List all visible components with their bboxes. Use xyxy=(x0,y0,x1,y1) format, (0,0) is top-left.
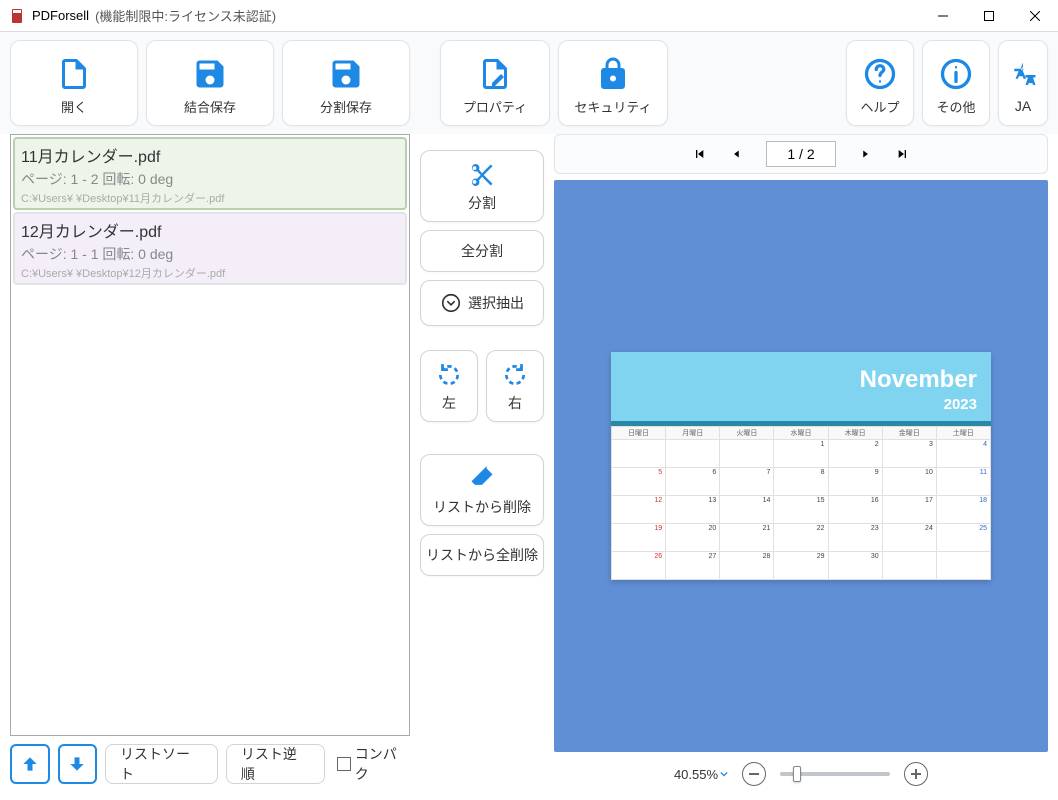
merge-save-button[interactable]: 結合保存 xyxy=(146,40,274,126)
document-edit-icon xyxy=(477,53,513,95)
titlebar: PDForsell (機能制限中:ライセンス未認証) xyxy=(0,0,1058,32)
calendar-header: November 2023 xyxy=(611,352,991,421)
app-status: (機能制限中:ライセンス未認証) xyxy=(95,6,276,25)
preview-panel: November 2023 日曜日月曜日火曜日水曜日木曜日金曜日土曜日 1234… xyxy=(554,180,1048,752)
arrow-down-icon xyxy=(67,754,87,774)
calendar-year: 2023 xyxy=(625,396,977,413)
file-info: ページ: 1 - 2 回転: 0 deg xyxy=(21,169,399,189)
delete-all-from-list-button[interactable]: リストから全削除 xyxy=(420,534,544,576)
file-icon xyxy=(56,53,92,95)
zoom-slider-thumb[interactable] xyxy=(793,766,801,782)
save-split-icon xyxy=(328,53,364,95)
merge-save-label: 結合保存 xyxy=(184,97,236,116)
zoom-out-button[interactable] xyxy=(742,762,766,786)
property-button[interactable]: プロパティ xyxy=(440,40,550,126)
zoom-level-label: 40.55% xyxy=(674,767,718,782)
select-extract-label: 選択抽出 xyxy=(468,293,524,313)
split-label: 分割 xyxy=(468,193,496,213)
help-icon xyxy=(862,53,898,95)
file-list-item[interactable]: 11月カレンダー.pdf ページ: 1 - 2 回転: 0 deg C:¥Use… xyxy=(13,137,407,210)
rotate-left-icon xyxy=(436,359,462,391)
split-all-button[interactable]: 全分割 xyxy=(420,230,544,272)
main-area: 11月カレンダー.pdf ページ: 1 - 2 回転: 0 deg C:¥Use… xyxy=(0,134,1058,800)
scissors-icon xyxy=(467,159,497,191)
split-all-label: 全分割 xyxy=(461,241,503,261)
minimize-button[interactable] xyxy=(920,0,966,32)
checkbox-icon xyxy=(337,757,351,771)
prev-page-button[interactable] xyxy=(730,147,744,161)
rotate-right-icon xyxy=(502,359,528,391)
split-button[interactable]: 分割 xyxy=(420,150,544,222)
open-button[interactable]: 開く xyxy=(10,40,138,126)
first-page-button[interactable] xyxy=(692,146,708,162)
other-button[interactable]: その他 xyxy=(922,40,990,126)
security-label: セキュリティ xyxy=(574,97,651,116)
app-icon xyxy=(10,8,26,24)
zoom-bar: 40.55% xyxy=(554,758,1048,790)
eraser-icon xyxy=(468,463,496,495)
language-label: JA xyxy=(1015,98,1031,114)
left-column: 11月カレンダー.pdf ページ: 1 - 2 回転: 0 deg C:¥Use… xyxy=(10,134,410,790)
file-path: C:¥Users¥ ¥Desktop¥12月カレンダー.pdf xyxy=(21,265,399,281)
dropdown-icon xyxy=(720,770,728,778)
list-buttons: リストソート リスト逆順 コンパク xyxy=(10,742,410,790)
calendar-table: 日曜日月曜日火曜日水曜日木曜日金曜日土曜日 123456789101112131… xyxy=(611,426,991,580)
mid-column: 分割 全分割 選択抽出 左 右 xyxy=(420,134,544,790)
main-toolbar: 開く 結合保存 分割保存 プロパティ セキュリティ xyxy=(0,32,1058,134)
list-reverse-button[interactable]: リスト逆順 xyxy=(226,744,325,784)
list-sort-label: リストソート xyxy=(120,744,203,784)
delete-from-list-button[interactable]: リストから削除 xyxy=(420,454,544,526)
page-navigation xyxy=(554,134,1048,174)
property-label: プロパティ xyxy=(463,97,527,116)
save-icon xyxy=(192,53,228,95)
file-list[interactable]: 11月カレンダー.pdf ページ: 1 - 2 回転: 0 deg C:¥Use… xyxy=(10,134,410,736)
compact-checkbox[interactable]: コンパク xyxy=(337,744,410,784)
delete-from-list-label: リストから削除 xyxy=(433,497,531,517)
file-name: 11月カレンダー.pdf xyxy=(21,143,399,167)
move-up-button[interactable] xyxy=(10,744,50,784)
security-button[interactable]: セキュリティ xyxy=(558,40,668,126)
help-label: ヘルプ xyxy=(860,97,899,116)
split-save-label: 分割保存 xyxy=(320,97,372,116)
list-sort-button[interactable]: リストソート xyxy=(105,744,218,784)
file-list-item[interactable]: 12月カレンダー.pdf ページ: 1 - 1 回転: 0 deg C:¥Use… xyxy=(13,212,407,285)
select-extract-button[interactable]: 選択抽出 xyxy=(420,280,544,326)
app-title: PDForsell xyxy=(32,8,89,23)
list-reverse-label: リスト逆順 xyxy=(241,744,310,784)
maximize-button[interactable] xyxy=(966,0,1012,32)
language-button[interactable]: JA xyxy=(998,40,1048,126)
move-down-button[interactable] xyxy=(58,744,98,784)
delete-all-from-list-label: リストから全削除 xyxy=(426,545,538,565)
page-preview: November 2023 日曜日月曜日火曜日水曜日木曜日金曜日土曜日 1234… xyxy=(611,352,991,580)
rotate-right-label: 右 xyxy=(508,393,522,413)
split-save-button[interactable]: 分割保存 xyxy=(282,40,410,126)
open-label: 開く xyxy=(61,97,87,116)
arrow-up-icon xyxy=(20,754,40,774)
rotate-left-label: 左 xyxy=(442,393,456,413)
page-input[interactable] xyxy=(766,141,836,167)
compact-label: コンパク xyxy=(355,744,410,784)
zoom-slider[interactable] xyxy=(780,772,890,776)
file-name: 12月カレンダー.pdf xyxy=(21,218,399,242)
other-label: その他 xyxy=(936,97,975,116)
calendar-month: November xyxy=(625,366,977,394)
rotate-left-button[interactable]: 左 xyxy=(420,350,478,422)
zoom-level-dropdown[interactable]: 40.55% xyxy=(674,767,728,782)
file-info: ページ: 1 - 1 回転: 0 deg xyxy=(21,244,399,264)
close-button[interactable] xyxy=(1012,0,1058,32)
rotate-right-button[interactable]: 右 xyxy=(486,350,544,422)
last-page-button[interactable] xyxy=(894,146,910,162)
right-column: November 2023 日曜日月曜日火曜日水曜日木曜日金曜日土曜日 1234… xyxy=(554,134,1048,790)
help-button[interactable]: ヘルプ xyxy=(846,40,914,126)
chevron-down-circle-icon xyxy=(440,287,462,319)
lock-icon xyxy=(595,53,631,95)
file-path: C:¥Users¥ ¥Desktop¥11月カレンダー.pdf xyxy=(21,190,399,206)
next-page-button[interactable] xyxy=(858,147,872,161)
info-icon xyxy=(938,53,974,95)
zoom-in-button[interactable] xyxy=(904,762,928,786)
translate-icon xyxy=(1008,54,1038,96)
